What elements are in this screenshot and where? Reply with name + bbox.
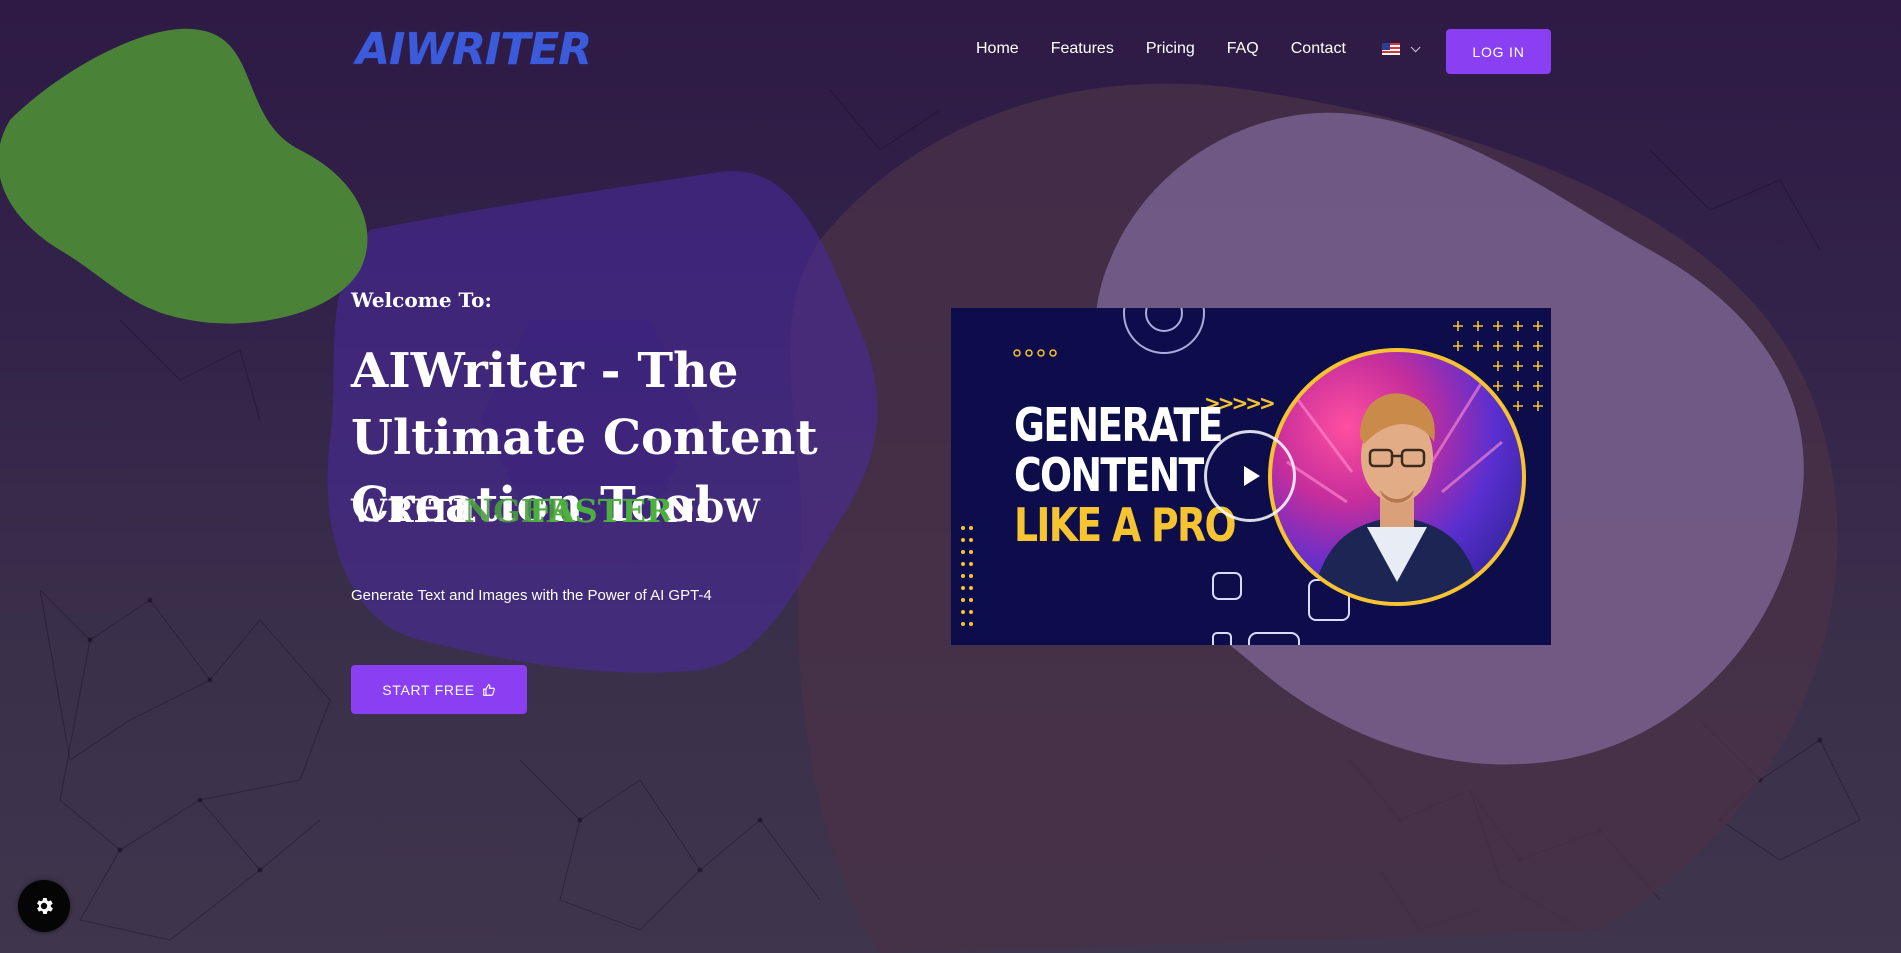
video-line-2: CONTENT — [1014, 448, 1204, 502]
welcome-label: Welcome To: — [351, 288, 492, 312]
nav-contact[interactable]: Contact — [1291, 40, 1346, 58]
nav-pricing[interactable]: Pricing — [1146, 40, 1195, 58]
logo-text: AIWRITER — [356, 23, 592, 75]
start-free-button[interactable]: START FREE — [351, 665, 527, 714]
main-nav: Home Features Pricing FAQ Contact — [976, 40, 1453, 58]
brand-logo[interactable]: AIWRITER — [356, 22, 592, 76]
video-line-1: GENERATE — [1014, 398, 1223, 452]
thumbs-up-icon — [482, 683, 496, 697]
promo-video[interactable]: >>>>> GENERATE CONTENT LIKE A PRO — [951, 308, 1551, 645]
nav-features[interactable]: Features — [1051, 40, 1114, 58]
cookie-settings-button[interactable] — [18, 880, 70, 932]
login-button[interactable]: LOG IN — [1446, 29, 1551, 74]
language-selector[interactable] — [1381, 41, 1421, 55]
chevron-down-icon — [1410, 41, 1421, 52]
us-flag-icon — [1381, 43, 1400, 55]
video-line-3: LIKE A PRO — [1014, 498, 1237, 552]
gear-icon — [37, 898, 53, 914]
nav-faq[interactable]: FAQ — [1227, 40, 1259, 58]
tagline-rotating-current: FASTER — [529, 492, 673, 530]
video-headline: GENERATE CONTENT LIKE A PRO — [1014, 398, 1237, 552]
play-icon — [1244, 466, 1260, 486]
hero-subtitle: Generate Text and Images with the Power … — [351, 587, 712, 604]
tagline-suffix: NOW — [667, 492, 761, 530]
play-button[interactable] — [1204, 430, 1296, 522]
presenter-portrait — [1268, 348, 1526, 606]
tagline-prefix: WRITE — [351, 492, 477, 530]
nav-home[interactable]: Home — [976, 40, 1019, 58]
start-free-label: START FREE — [382, 681, 475, 698]
